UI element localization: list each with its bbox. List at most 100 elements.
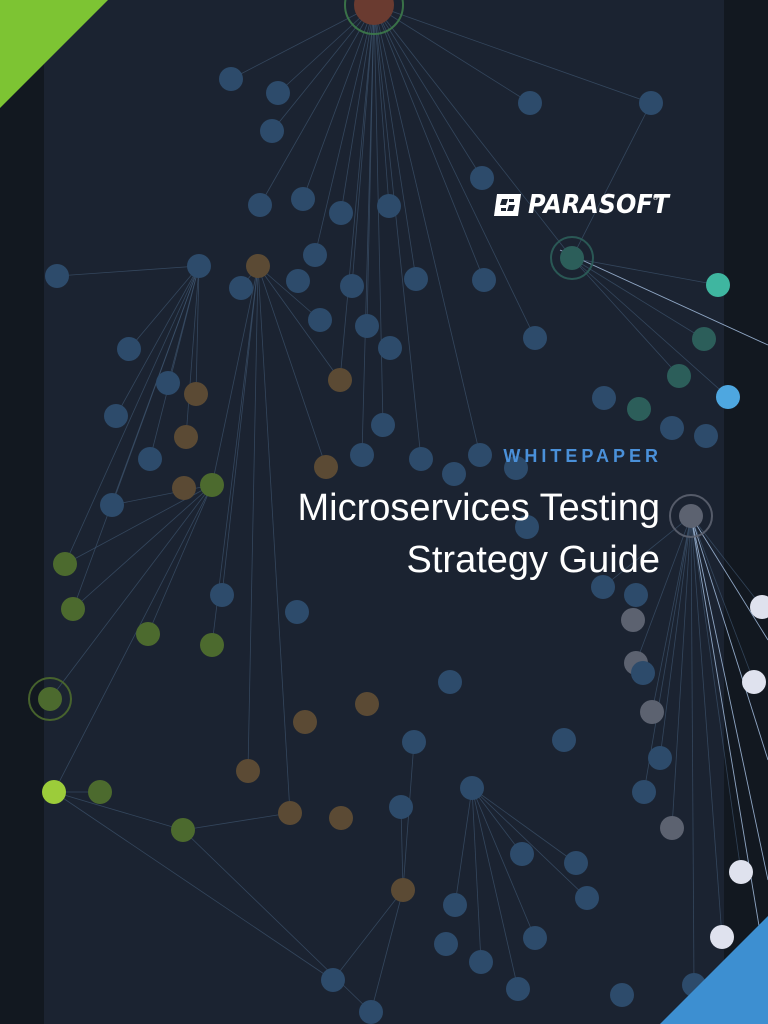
network-link	[454, 787, 473, 906]
network-node	[716, 385, 740, 409]
network-node	[45, 264, 69, 288]
network-node	[246, 254, 270, 278]
network-node	[391, 878, 415, 902]
network-link	[373, 4, 417, 280]
network-node	[38, 687, 62, 711]
network-node	[229, 276, 253, 300]
network-node	[552, 728, 576, 752]
network-node	[117, 337, 141, 361]
network-link	[690, 515, 723, 938]
network-node	[236, 759, 260, 783]
network-link	[400, 806, 404, 891]
network-link	[373, 4, 652, 104]
network-node	[402, 730, 426, 754]
network-node	[187, 254, 211, 278]
network-node	[575, 886, 599, 910]
network-node	[371, 413, 395, 437]
network-node	[260, 119, 284, 143]
document-type-label: WHITEPAPER	[503, 446, 662, 466]
network-node	[350, 443, 374, 467]
network-node	[468, 443, 492, 467]
brand-logo: PARASOFT ®	[494, 188, 681, 222]
network-node	[523, 326, 547, 350]
network-node	[200, 473, 224, 497]
network-link	[53, 484, 213, 793]
network-node	[523, 926, 547, 950]
network-link	[373, 4, 422, 460]
network-node	[61, 597, 85, 621]
network-node	[378, 336, 402, 360]
network-node	[694, 424, 718, 448]
registered-mark: ®	[652, 194, 659, 202]
network-link	[64, 265, 200, 565]
network-node	[156, 371, 180, 395]
network-node	[321, 968, 345, 992]
network-node	[706, 273, 730, 297]
network-node	[291, 187, 315, 211]
network-node	[742, 670, 766, 694]
network-link	[690, 515, 742, 873]
network-node	[460, 776, 484, 800]
network-node	[210, 583, 234, 607]
network-link	[373, 4, 536, 339]
network-link	[690, 515, 695, 986]
network-node	[621, 608, 645, 632]
cover-title-line-2: Strategy Guide	[406, 539, 660, 581]
network-node	[340, 274, 364, 298]
network-node	[560, 246, 584, 270]
network-node	[138, 447, 162, 471]
network-link	[332, 889, 404, 981]
network-node	[303, 243, 327, 267]
network-node	[248, 193, 272, 217]
network-node	[470, 166, 494, 190]
network-node	[506, 977, 530, 1001]
network-node	[174, 425, 198, 449]
network-node	[592, 386, 616, 410]
network-link	[271, 4, 375, 132]
network-link	[72, 484, 213, 610]
corner-accent-blue	[660, 916, 768, 1024]
network-node	[610, 983, 634, 1007]
network-node	[627, 397, 651, 421]
network-link	[53, 791, 184, 831]
network-link	[56, 265, 200, 277]
corner-accent-green	[0, 0, 108, 108]
network-node	[286, 269, 310, 293]
network-node	[355, 692, 379, 716]
network-node	[443, 893, 467, 917]
network-node	[729, 860, 753, 884]
network-node	[389, 795, 413, 819]
network-link	[259, 4, 375, 206]
network-node	[328, 368, 352, 392]
network-node	[200, 633, 224, 657]
network-node	[639, 91, 663, 115]
network-link	[690, 515, 768, 761]
network-node	[632, 780, 656, 804]
cover-title: Microservices Testing Strategy Guide	[297, 482, 660, 586]
network-link	[690, 515, 768, 981]
network-link	[370, 889, 404, 1013]
network-node	[53, 552, 77, 576]
network-node	[314, 455, 338, 479]
network-node	[472, 268, 496, 292]
network-link	[182, 812, 291, 831]
network-node	[564, 851, 588, 875]
network-link	[257, 265, 291, 814]
network-node	[377, 194, 401, 218]
network-link	[147, 484, 213, 635]
network-node	[518, 91, 542, 115]
network-node	[266, 81, 290, 105]
network-node	[692, 327, 716, 351]
network-node	[293, 710, 317, 734]
network-link	[571, 257, 680, 377]
network-link	[373, 4, 483, 179]
network-node	[172, 476, 196, 500]
network-node	[438, 670, 462, 694]
network-link	[690, 515, 768, 881]
network-node	[100, 493, 124, 517]
network-node	[359, 1000, 383, 1024]
network-node	[285, 600, 309, 624]
network-node	[42, 780, 66, 804]
network-node	[354, 0, 394, 25]
network-node	[171, 818, 195, 842]
